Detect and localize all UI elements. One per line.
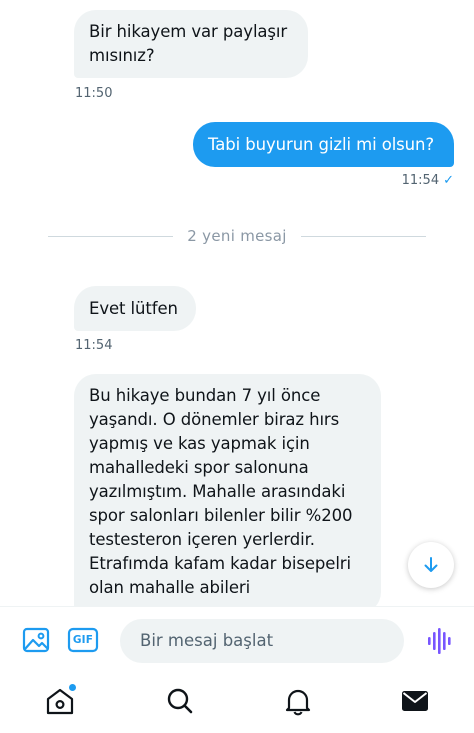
gif-label: GIF — [72, 634, 94, 646]
scroll-to-bottom-button[interactable] — [408, 542, 454, 588]
divider-line — [300, 235, 427, 237]
new-messages-divider: 2 yeni mesaj — [48, 224, 427, 248]
divider-label: 2 yeni mesaj — [187, 227, 287, 245]
voice-icon — [428, 628, 451, 654]
message-bubble-outgoing[interactable]: Tabi buyurun gizli mi olsun? — [193, 122, 454, 167]
bottom-navigation — [0, 674, 474, 733]
tab-notifications[interactable] — [283, 686, 313, 716]
divider-line — [48, 235, 174, 237]
message-text: Tabi buyurun gizli mi olsun? — [208, 135, 435, 154]
notification-dot — [69, 684, 76, 691]
checkmark-icon: ✓ — [443, 173, 454, 188]
message-input[interactable]: Bir mesaj başlat — [120, 619, 404, 663]
message-text: Bu hikaye bundan 7 yıl önce yaşandı. O d… — [89, 386, 353, 597]
tab-messages[interactable] — [400, 686, 430, 716]
image-icon — [22, 627, 50, 653]
gif-button[interactable]: GIF — [67, 625, 99, 659]
bell-icon — [285, 689, 311, 716]
message-timestamp: 11:54 — [75, 338, 113, 353]
message-input-placeholder: Bir mesaj başlat — [140, 631, 274, 650]
message-text: Bir hikayem var paylaşır mısınız? — [89, 22, 288, 65]
message-bubble-incoming[interactable]: Evet lütfen — [74, 286, 196, 331]
message-bubble-incoming[interactable]: Bir hikayem var paylaşır mısınız? — [74, 10, 308, 78]
tab-home[interactable] — [45, 684, 76, 716]
message-timestamp: 11:50 — [75, 86, 113, 101]
mail-icon — [402, 691, 428, 711]
voice-message-button[interactable] — [426, 627, 452, 659]
message-bubble-incoming[interactable]: Bu hikaye bundan 7 yıl önce yaşandı. O d… — [74, 374, 381, 614]
message-text: Evet lütfen — [89, 299, 178, 318]
message-timestamp: 11:54 ✓ — [401, 173, 454, 188]
tab-search[interactable] — [165, 686, 195, 716]
image-button[interactable] — [22, 625, 50, 659]
arrow-down-icon — [424, 557, 438, 572]
search-icon — [167, 688, 193, 714]
message-composer: GIF Bir mesaj başlat — [0, 606, 474, 675]
